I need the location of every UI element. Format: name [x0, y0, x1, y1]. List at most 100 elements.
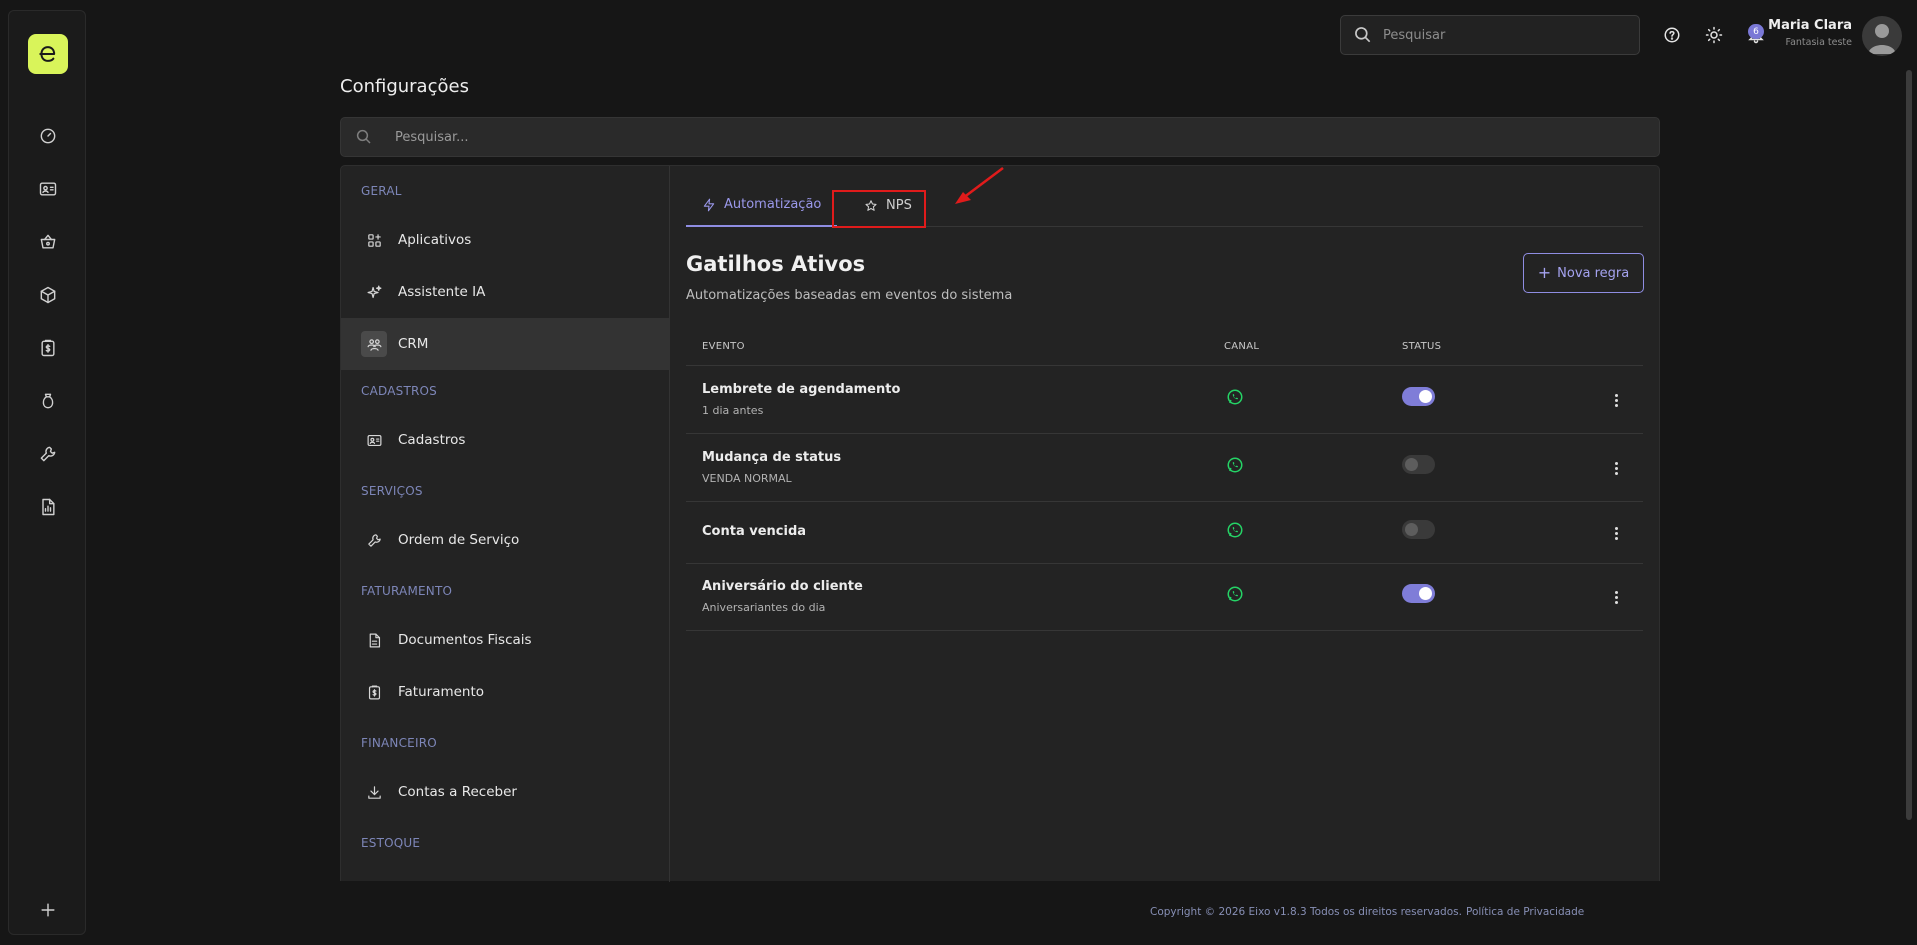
new-rule-button[interactable]: + Nova regra [1523, 253, 1644, 293]
nav-servicos[interactable] [33, 439, 63, 469]
app-root: 6 Maria Clara Fantasia teste Configuraçõ… [0, 0, 1917, 945]
settings-item-faturamento[interactable]: Faturamento [341, 666, 669, 718]
eixo-logo[interactable] [28, 34, 68, 74]
settings-nav: GERAL Aplicativos Assistente IA CRM CADA… [341, 166, 670, 882]
row-menu-button[interactable] [1608, 523, 1624, 543]
whatsapp-icon [1226, 585, 1244, 603]
section-label-cadastros: CADASTROS [361, 384, 437, 398]
row-menu-button[interactable] [1608, 390, 1624, 410]
global-search-input[interactable] [1383, 27, 1613, 43]
eixo-logo-icon [39, 46, 56, 62]
kebab-icon [1614, 466, 1618, 470]
status-toggle[interactable] [1402, 455, 1435, 474]
nav-dashboard[interactable] [33, 121, 63, 151]
nav-financeiro[interactable] [33, 333, 63, 363]
event-title: Mudança de status [702, 450, 842, 465]
settings-item-label: Ordem de Serviço [398, 532, 520, 548]
help-button[interactable] [1661, 24, 1683, 46]
settings-item-label: Aplicativos [398, 232, 472, 248]
clipboard-dollar-icon [41, 339, 55, 357]
row-menu-button[interactable] [1608, 587, 1624, 607]
footer-copyright: Copyright © 2026 Eixo v1.8.3 Todos os di… [1150, 906, 1462, 918]
table-row[interactable]: Lembrete de agendamento 1 dia antes [686, 365, 1643, 433]
column-header-status: STATUS [1402, 341, 1442, 352]
page-title: Configurações [340, 76, 469, 97]
settings-item-aplicativos[interactable]: Aplicativos [341, 214, 669, 266]
wrench-icon-wrap [361, 527, 387, 553]
settings-item-label: Cadastros [398, 432, 466, 448]
toggle-knob [1405, 523, 1418, 536]
footer-privacy-link[interactable]: Política de Privacidade [1466, 906, 1584, 918]
page-scrollbar[interactable] [1906, 70, 1912, 820]
toggle-knob [1419, 390, 1432, 403]
settings-item-contas-receber[interactable]: Contas a Receber [341, 766, 669, 818]
status-toggle[interactable] [1402, 520, 1435, 539]
event-subtitle: Aniversariantes do dia [702, 601, 826, 614]
whatsapp-icon [1226, 521, 1244, 539]
settings-item-documentos-fiscais[interactable]: Documentos Fiscais [341, 614, 669, 666]
nav-cadastros[interactable] [33, 174, 63, 204]
user-avatar-icon [1868, 24, 1896, 54]
nav-add[interactable] [33, 895, 63, 925]
avatar[interactable] [1862, 16, 1902, 56]
search-icon [1355, 27, 1371, 43]
id-card-icon-wrap [361, 427, 387, 453]
id-card-icon [39, 182, 57, 196]
section-label-geral: GERAL [361, 184, 402, 198]
section-subtitle: Automatizações baseadas em eventos do si… [686, 288, 1013, 303]
lightning-icon [703, 198, 715, 211]
nav-vendas[interactable] [33, 227, 63, 257]
global-search[interactable] [1340, 15, 1640, 55]
sparkles-icon-wrap [361, 279, 387, 305]
nav-caixa[interactable] [33, 386, 63, 416]
kebab-icon [1614, 531, 1618, 535]
wrench-icon [40, 446, 56, 462]
table-row[interactable]: Aniversário do cliente Aniversariantes d… [686, 563, 1643, 631]
kebab-icon [1614, 398, 1618, 402]
event-title: Conta vencida [702, 524, 807, 539]
basket-icon [40, 234, 56, 249]
table-row[interactable]: Mudança de status VENDA NORMAL [686, 433, 1643, 501]
settings-item-label: Faturamento [398, 684, 485, 700]
tab-bar: Automatização NPS [686, 184, 1643, 227]
document-icon-wrap [361, 627, 387, 653]
row-menu-button[interactable] [1608, 458, 1624, 478]
report-icon [42, 498, 55, 516]
event-subtitle: 1 dia antes [702, 404, 764, 417]
download-icon [367, 785, 381, 799]
settings-item-assistente-ia[interactable]: Assistente IA [341, 266, 669, 318]
nav-produtos[interactable] [33, 280, 63, 310]
plus-icon: + [1537, 263, 1552, 282]
settings-item-crm[interactable]: CRM [341, 318, 669, 370]
kebab-icon [1614, 595, 1618, 599]
settings-item-ordem-servico[interactable]: Ordem de Serviço [341, 514, 669, 566]
status-toggle[interactable] [1402, 387, 1435, 406]
user-name[interactable]: Maria Clara [1768, 18, 1852, 33]
sparkles-icon [367, 285, 381, 298]
event-title: Aniversário do cliente [702, 579, 863, 594]
toggle-knob [1419, 587, 1432, 600]
event-title: Lembrete de agendamento [702, 382, 901, 397]
users-icon [367, 338, 381, 351]
settings-search[interactable] [340, 117, 1660, 157]
document-icon [369, 633, 380, 647]
new-rule-label: Nova regra [1557, 265, 1630, 281]
settings-item-cadastros[interactable]: Cadastros [341, 414, 669, 466]
sun-icon [1705, 26, 1723, 44]
theme-toggle-button[interactable] [1703, 24, 1725, 46]
clipboard-dollar-icon-wrap [361, 679, 387, 705]
settings-item-label: Documentos Fiscais [398, 632, 532, 648]
settings-search-input[interactable] [395, 129, 1595, 145]
status-toggle[interactable] [1402, 584, 1435, 603]
apps-icon [367, 233, 381, 247]
clipboard-dollar-icon [368, 685, 380, 699]
section-label-financeiro: FINANCEIRO [361, 736, 437, 750]
section-label-servicos: SERVIÇOS [361, 484, 423, 498]
section-label-estoque: ESTOQUE [361, 836, 421, 850]
tab-automatizacao[interactable]: Automatização [686, 184, 838, 227]
table-row[interactable]: Conta vencida [686, 501, 1643, 563]
tab-label: Automatização [724, 197, 822, 212]
nav-relatorios[interactable] [33, 492, 63, 522]
whatsapp-icon [1226, 388, 1244, 406]
search-icon [356, 129, 371, 144]
